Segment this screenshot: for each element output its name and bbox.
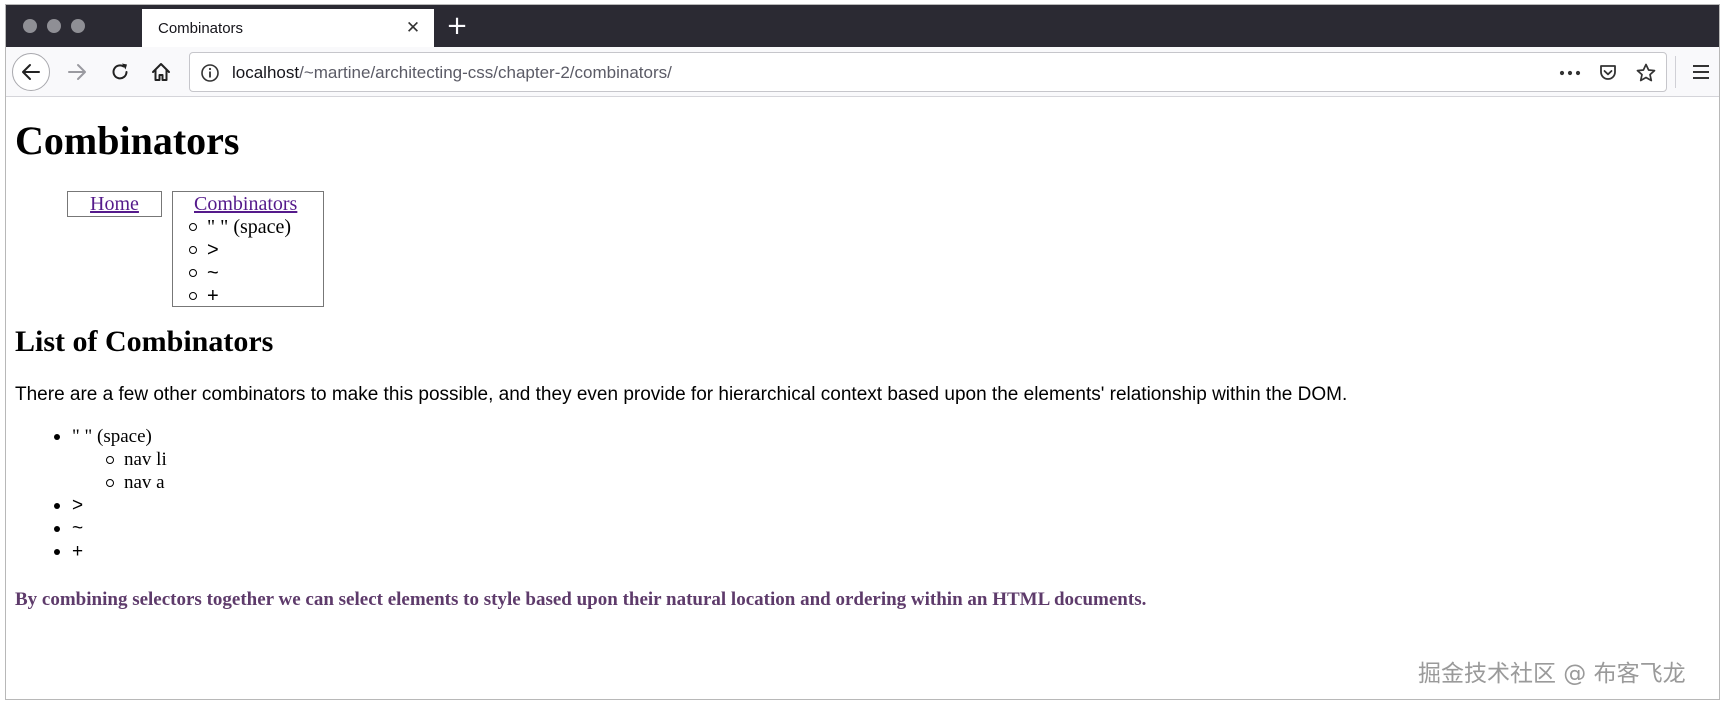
list-item: +	[54, 540, 84, 564]
nav-sub-item-label: >	[207, 239, 219, 261]
disc-bullet-icon	[54, 526, 60, 532]
url-path: /~martine/architecting-css/chapter-2/com…	[299, 63, 672, 82]
nav-item-combinators: Combinators " " (space) > ~ +	[172, 191, 324, 307]
url-text[interactable]: localhost/~martine/architecting-css/chap…	[232, 63, 672, 83]
list-item-label: +	[72, 541, 84, 562]
nav-sub-item: +	[189, 284, 219, 308]
circle-bullet-icon	[106, 456, 114, 464]
hamburger-menu-icon	[1693, 65, 1709, 79]
bookmark-star-icon[interactable]	[1632, 59, 1660, 87]
menu-button[interactable]	[1683, 53, 1719, 91]
close-window-button[interactable]	[23, 19, 37, 33]
back-button[interactable]	[12, 53, 50, 91]
tab-strip: Combinators ✕ +	[6, 5, 1719, 47]
back-arrow-icon	[22, 64, 40, 80]
list-item: " " (space)	[54, 425, 152, 449]
pocket-icon[interactable]	[1594, 59, 1622, 87]
section-heading: List of Combinators	[15, 325, 274, 358]
disc-bullet-icon	[54, 503, 60, 509]
list-sub-item-label: nav li	[124, 449, 167, 470]
nav-item-home: Home	[67, 191, 162, 217]
circle-bullet-icon	[189, 269, 197, 277]
list-sub-item-label: nav a	[124, 472, 165, 493]
close-icon[interactable]: ✕	[402, 17, 424, 39]
toolbar-divider	[1675, 56, 1676, 88]
url-actions	[1556, 59, 1660, 87]
plus-icon[interactable]: +	[442, 11, 472, 41]
list-item: ~	[54, 517, 84, 541]
nav-sub-item: " " (space)	[189, 215, 292, 239]
browser-window: Combinators ✕ + localhost/~martine/archi…	[5, 4, 1720, 700]
list-item-label: ~	[72, 518, 84, 539]
tab-active[interactable]: Combinators ✕	[142, 9, 434, 47]
nav-link-combinators[interactable]: Combinators	[194, 192, 297, 216]
nav-sub-item-label: " " (space)	[207, 216, 292, 238]
nav-sub-item-label: +	[207, 285, 219, 307]
zoom-window-button[interactable]	[71, 19, 85, 33]
url-host: localhost	[232, 63, 300, 82]
home-button[interactable]	[142, 53, 180, 91]
nav-sub-item: >	[189, 238, 219, 262]
tab-title: Combinators	[158, 20, 244, 37]
reload-button[interactable]	[101, 53, 139, 91]
nav-link-home[interactable]: Home	[90, 192, 139, 216]
circle-bullet-icon	[189, 223, 197, 231]
nav-toolbar: localhost/~martine/architecting-css/chap…	[6, 47, 1719, 97]
disc-bullet-icon	[54, 434, 60, 440]
home-icon	[152, 63, 170, 81]
page-title: Combinators	[15, 118, 240, 163]
forward-button[interactable]	[58, 53, 96, 91]
list-item: >	[54, 494, 84, 518]
forward-arrow-icon	[68, 64, 86, 80]
disc-bullet-icon	[54, 549, 60, 555]
circle-bullet-icon	[106, 479, 114, 487]
address-bar[interactable]: localhost/~martine/architecting-css/chap…	[189, 52, 1667, 92]
list-item-label: " " (space)	[72, 426, 152, 447]
list-item-label: >	[72, 495, 84, 516]
intro-paragraph: There are a few other combinators to mak…	[15, 384, 1348, 405]
minimize-window-button[interactable]	[47, 19, 61, 33]
info-icon[interactable]	[199, 62, 221, 84]
page-content: Combinators Home Combinators " " (space)…	[6, 98, 1719, 699]
more-dots-icon[interactable]	[1556, 59, 1584, 87]
nav-sub-item-label: ~	[207, 262, 219, 284]
list-sub-item: nav a	[106, 471, 165, 495]
circle-bullet-icon	[189, 292, 197, 300]
nav-sub-item: ~	[189, 261, 219, 285]
reload-icon	[112, 63, 128, 80]
list-sub-item: nav li	[106, 448, 167, 472]
note-paragraph: By combining selectors together we can s…	[15, 589, 1147, 610]
circle-bullet-icon	[189, 246, 197, 254]
watermark: 掘金技术社区 @ 布客飞龙	[1418, 661, 1686, 687]
